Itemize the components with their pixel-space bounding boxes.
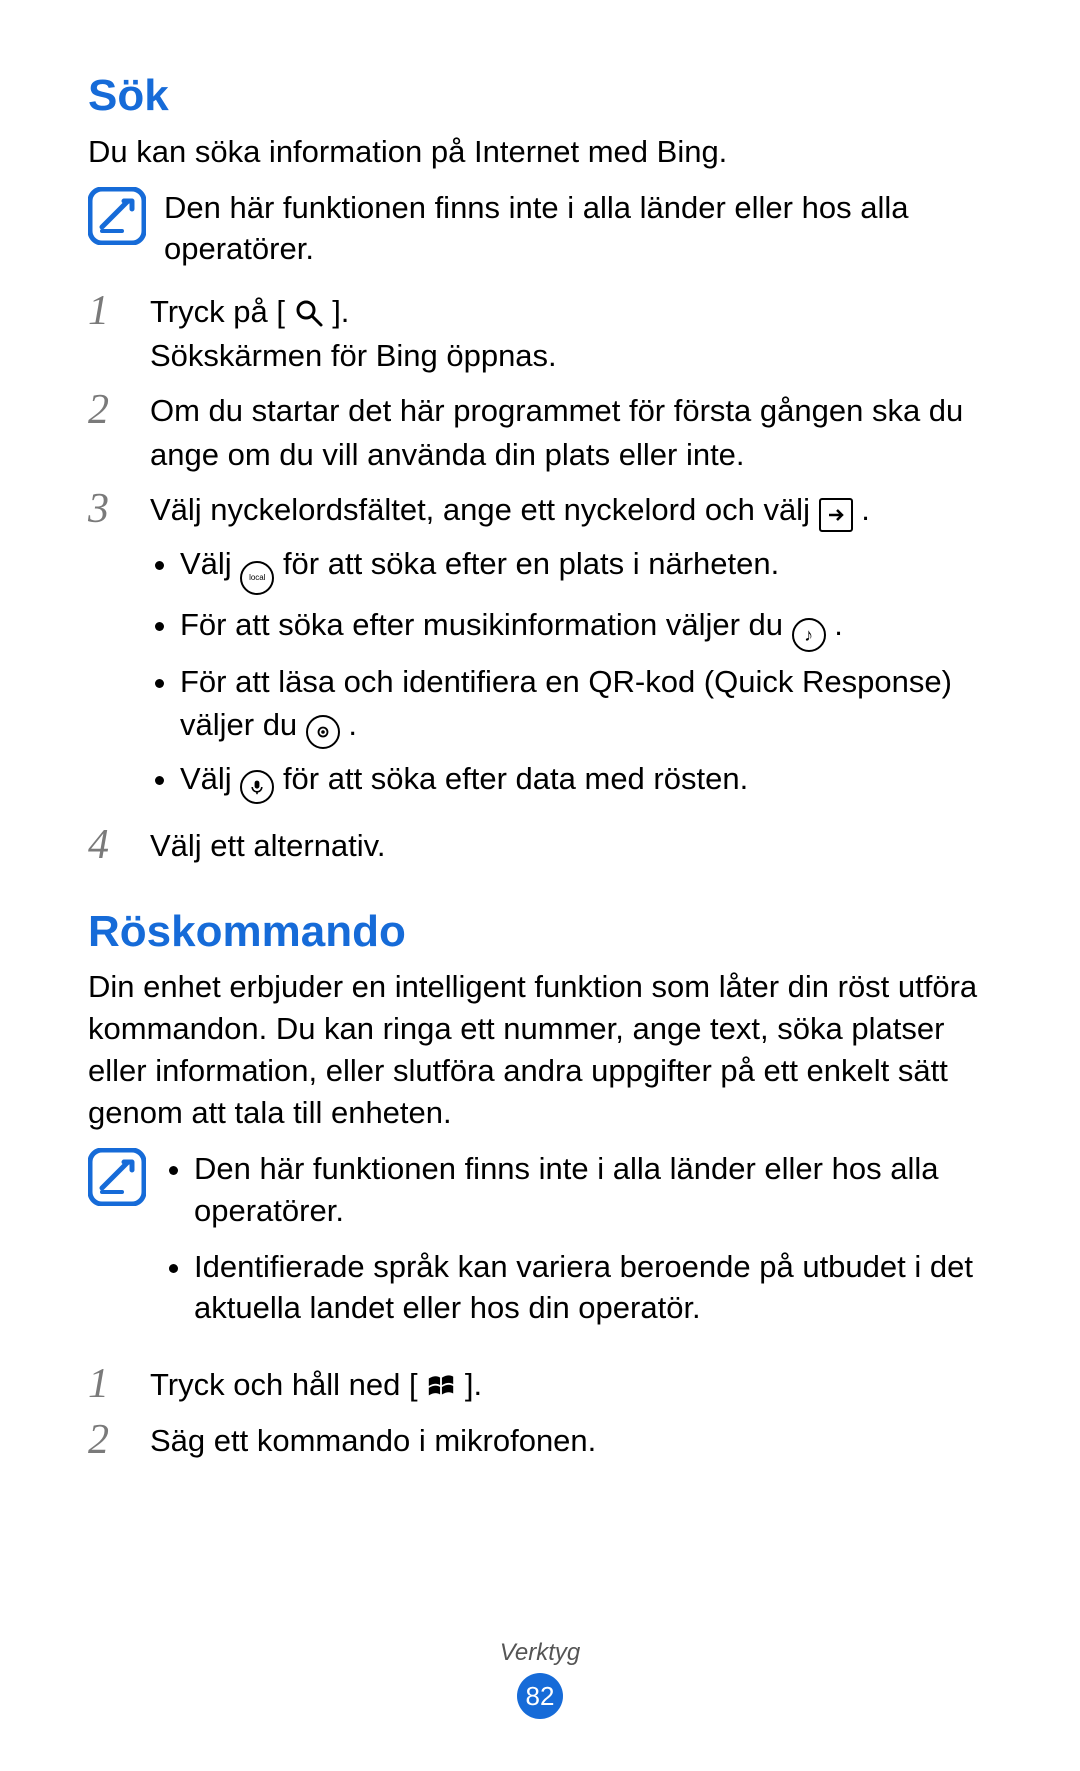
list-item: För att läsa och identifiera en QR-kod (…: [180, 660, 992, 749]
step-1-voice: 1 Tryck och håll ned [ ].: [88, 1363, 992, 1406]
step-body: Om du startar det här programmet för för…: [150, 389, 992, 476]
list-item: Den här funktionen finns inte i alla län…: [194, 1148, 992, 1232]
note-text-search: Den här funktionen finns inte i alla län…: [164, 187, 992, 271]
text: För att läsa och identifiera en QR-kod (…: [180, 664, 952, 742]
note-block-voice: Den här funktionen finns inte i alla län…: [88, 1148, 992, 1343]
mic-icon: [240, 770, 274, 804]
text: Välj: [180, 546, 240, 581]
note-icon: [88, 187, 146, 245]
step-body: Tryck och håll ned [ ].: [150, 1363, 992, 1406]
text: för att söka efter en plats i närheten.: [283, 546, 779, 581]
note-block-search: Den här funktionen finns inte i alla län…: [88, 187, 992, 271]
intro-voice: Din enhet erbjuder en intelligent funkti…: [88, 966, 992, 1133]
note-text-voice: Den här funktionen finns inte i alla län…: [164, 1148, 992, 1343]
search-key-icon: [294, 298, 324, 328]
windows-key-icon: [426, 1371, 456, 1401]
step-body: Välj nyckelordsfältet, ange ett nyckelor…: [150, 488, 992, 812]
text: .: [861, 492, 870, 527]
step-2-voice: 2 Säg ett kommando i mikrofonen.: [88, 1419, 992, 1462]
step-number: 2: [88, 389, 128, 431]
text: Välj: [180, 761, 240, 796]
list-item: Välj för att söka efter data med rösten.: [180, 757, 992, 804]
text: Välj nyckelordsfältet, ange ett nyckelor…: [150, 492, 819, 527]
footer-section-name: Verktyg: [0, 1639, 1080, 1667]
step-number: 1: [88, 1363, 128, 1405]
arrow-right-icon: [819, 498, 853, 532]
step-body: Säg ett kommando i mikrofonen.: [150, 1419, 992, 1462]
step-number: 4: [88, 824, 128, 866]
step-body: Tryck på [ ]. Sökskärmen för Bing öppnas…: [150, 290, 992, 377]
manual-page: Sök Du kan söka information på Internet …: [0, 0, 1080, 1771]
list-item: För att söka efter musikinformation välj…: [180, 603, 992, 652]
text: ].: [465, 1367, 482, 1402]
step-3: 3 Välj nyckelordsfältet, ange ett nyckel…: [88, 488, 992, 812]
text: Tryck och håll ned [: [150, 1367, 426, 1402]
text: För att söka efter musikinformation välj…: [180, 607, 792, 642]
music-icon: ♪: [792, 618, 826, 652]
text: Tryck på [: [150, 294, 285, 329]
text: ].: [332, 294, 349, 329]
intro-search: Du kan söka information på Internet med …: [88, 131, 992, 173]
step-4: 4 Välj ett alternativ.: [88, 824, 992, 867]
note-icon: [88, 1148, 146, 1206]
step-2: 2 Om du startar det här programmet för f…: [88, 389, 992, 476]
page-number-badge: 82: [517, 1673, 563, 1719]
text: Sökskärmen för Bing öppnas.: [150, 334, 992, 377]
heading-voice: Röskommando: [88, 906, 992, 959]
text: .: [834, 607, 843, 642]
list-item: Välj local för att söka efter en plats i…: [180, 542, 992, 595]
local-icon: local: [240, 561, 274, 595]
step-number: 1: [88, 290, 128, 332]
heading-search: Sök: [88, 70, 992, 123]
page-footer: Verktyg 82: [0, 1639, 1080, 1719]
step-body: Välj ett alternativ.: [150, 824, 992, 867]
qr-eye-icon: [306, 715, 340, 749]
step-number: 3: [88, 488, 128, 530]
text: .: [348, 707, 357, 742]
text: för att söka efter data med rösten.: [283, 761, 748, 796]
step-number: 2: [88, 1419, 128, 1461]
step-1: 1 Tryck på [ ]. Sökskärmen för Bing öppn…: [88, 290, 992, 377]
list-item: Identifierade språk kan variera beroende…: [194, 1246, 992, 1330]
